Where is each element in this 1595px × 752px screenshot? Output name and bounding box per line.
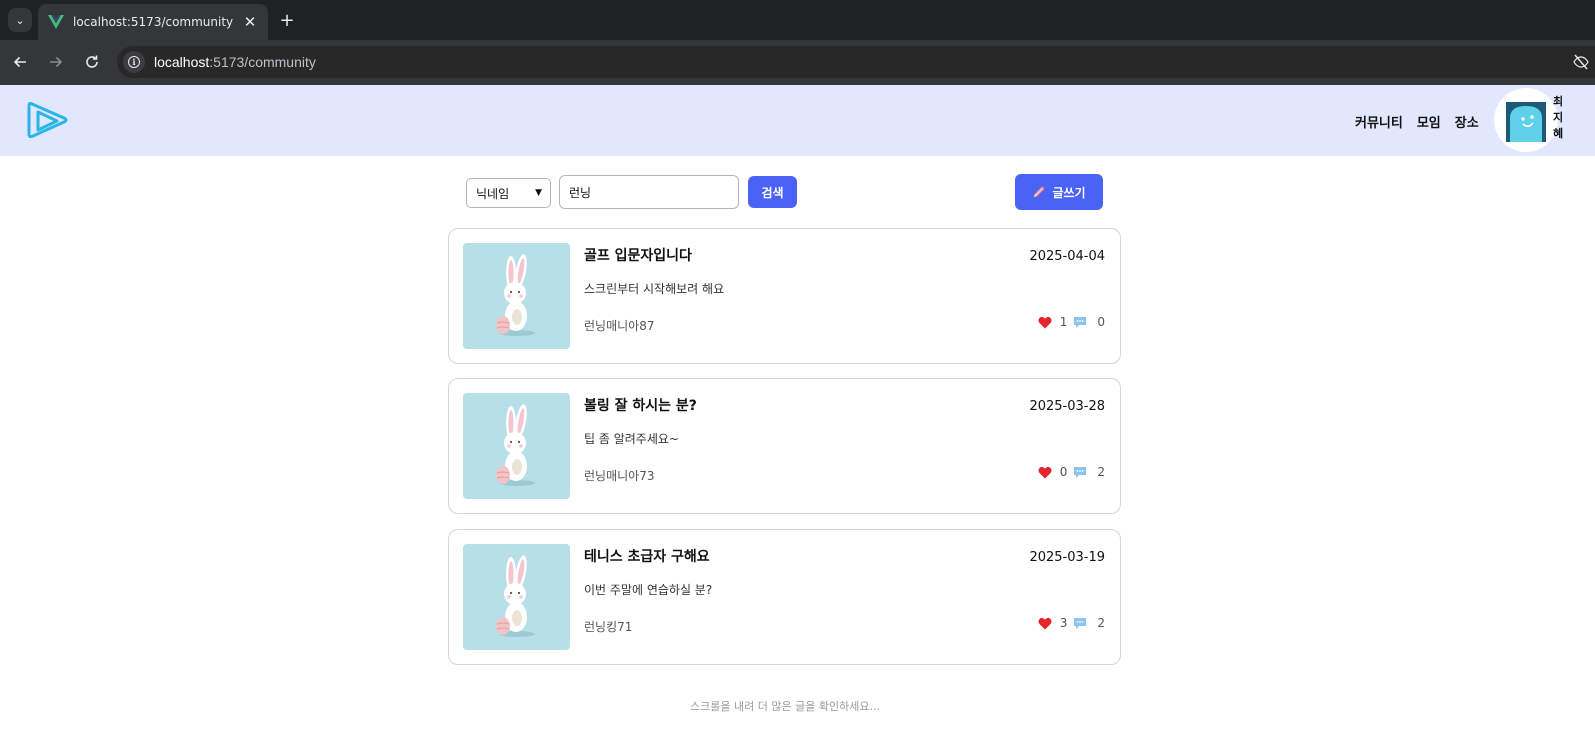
comment-count: 2 — [1097, 616, 1105, 630]
search-type-value: 닉네임 — [476, 186, 510, 201]
post-author: 런닝매니아87 — [584, 319, 655, 333]
post-date: 2025-03-28 — [1029, 399, 1105, 414]
comment-bubble-icon[interactable] — [1073, 316, 1087, 329]
nav-meetup[interactable]: 모임 — [1417, 112, 1441, 131]
rabbit-image — [496, 254, 535, 336]
heart-icon[interactable] — [1038, 466, 1052, 479]
reload-icon[interactable] — [80, 50, 104, 74]
post-summary: 이번 주말에 연습하실 분? — [584, 583, 713, 597]
profile-name: 최 지 혜 — [1552, 95, 1564, 140]
post-card[interactable]: 테니스 초급자 구해요 2025-03-19 이번 주말에 연습하실 분? 런닝… — [448, 529, 1121, 665]
eye-slash-icon[interactable] — [1573, 54, 1589, 70]
write-post-label: 글쓰기 — [1052, 185, 1086, 200]
heart-icon[interactable] — [1038, 316, 1052, 329]
site-info-icon[interactable]: i — [123, 51, 145, 73]
post-date: 2025-03-19 — [1029, 550, 1105, 565]
post-title[interactable]: 테니스 초급자 구해요 — [584, 546, 710, 566]
comment-bubble-icon[interactable] — [1073, 466, 1087, 479]
like-count: 1 — [1059, 315, 1068, 329]
url-text: localhost:5173/community — [154, 54, 316, 70]
browser-tab-strip: ⌄ localhost:5173/community ✕ + — [0, 0, 1595, 40]
chevron-down-icon: ▼ — [535, 188, 542, 198]
play-logo-icon[interactable] — [26, 100, 70, 140]
tab-search-chevron-icon[interactable]: ⌄ — [8, 8, 32, 32]
search-input[interactable]: 런닝 — [559, 175, 739, 209]
post-thumbnail — [463, 243, 570, 349]
comment-bubble-icon[interactable] — [1073, 617, 1087, 630]
write-post-button[interactable]: 글쓰기 — [1015, 174, 1103, 210]
pencil-icon — [1033, 186, 1046, 198]
post-thumbnail — [463, 393, 570, 499]
search-button[interactable]: 검색 — [748, 176, 797, 208]
vue-logo-icon — [48, 15, 64, 29]
post-title[interactable]: 볼링 잘 하시는 분? — [584, 395, 697, 415]
post-card[interactable]: 볼링 잘 하시는 분? 2025-03-28 팁 좀 알려주세요~ 런닝매니아7… — [448, 378, 1121, 514]
post-author: 런닝킹71 — [584, 620, 633, 634]
rabbit-image — [496, 404, 535, 486]
tab-title: localhost:5173/community — [73, 15, 234, 29]
post-summary: 팁 좀 알려주세요~ — [584, 432, 679, 446]
post-stats: 0 2 — [1038, 465, 1105, 479]
back-arrow-icon[interactable] — [8, 50, 32, 74]
address-bar[interactable]: i localhost:5173/community — [117, 46, 1595, 78]
like-count: 0 — [1059, 465, 1068, 479]
browser-tab[interactable]: localhost:5173/community ✕ — [38, 4, 268, 40]
main-nav: 커뮤니티 모임 장소 — [1355, 112, 1479, 131]
nav-place[interactable]: 장소 — [1455, 112, 1479, 131]
comment-count: 2 — [1097, 465, 1105, 479]
comment-count: 0 — [1097, 315, 1105, 329]
close-tab-icon[interactable]: ✕ — [242, 13, 258, 31]
nav-community[interactable]: 커뮤니티 — [1355, 112, 1403, 131]
post-card[interactable]: 골프 입문자입니다 2025-04-04 스크린부터 시작해보려 해요 런닝매니… — [448, 228, 1121, 364]
post-thumbnail — [463, 544, 570, 650]
new-tab-plus-icon[interactable]: + — [276, 8, 298, 32]
forward-arrow-icon[interactable] — [44, 50, 68, 74]
post-stats: 3 2 — [1038, 616, 1105, 630]
scroll-hint: 스크롤을 내려 더 많은 글을 확인하세요... — [690, 700, 880, 713]
heart-icon[interactable] — [1038, 617, 1052, 630]
post-stats: 1 0 — [1038, 315, 1105, 329]
search-type-select[interactable]: 닉네임 ▼ — [466, 178, 551, 208]
profile-avatar-button[interactable] — [1494, 88, 1558, 152]
app-header: 커뮤니티 모임 장소 — [0, 85, 1595, 156]
avatar — [1506, 102, 1546, 142]
post-summary: 스크린부터 시작해보려 해요 — [584, 282, 725, 296]
browser-toolbar: i localhost:5173/community — [0, 40, 1595, 85]
like-count: 3 — [1059, 616, 1068, 630]
rabbit-image — [496, 555, 535, 637]
post-date: 2025-04-04 — [1029, 249, 1105, 264]
post-author: 런닝매니아73 — [584, 469, 655, 483]
post-title[interactable]: 골프 입문자입니다 — [584, 245, 692, 265]
